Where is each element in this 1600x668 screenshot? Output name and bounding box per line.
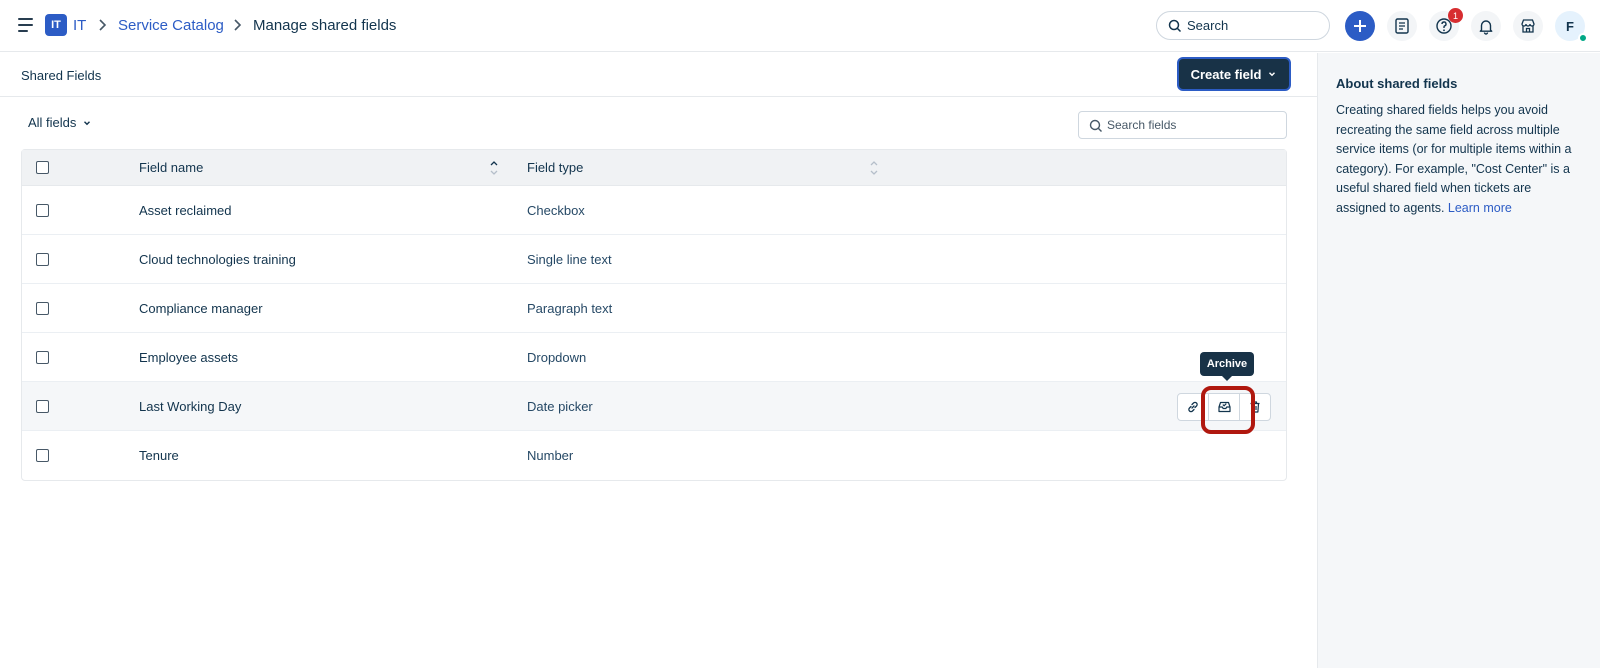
row-checkbox[interactable] (36, 203, 49, 217)
help-side-panel: About shared fields Creating shared fiel… (1317, 53, 1600, 668)
create-field-button[interactable]: Create field (1179, 59, 1289, 89)
workspace-badge[interactable]: IT (45, 14, 67, 36)
side-panel-title: About shared fields (1336, 76, 1458, 91)
view-filter-label: All fields (28, 115, 77, 130)
side-panel-body: Creating shared fields helps you avoid r… (1336, 101, 1582, 218)
field-type-cell: Checkbox (527, 202, 585, 218)
table-row[interactable]: Tenure Number (22, 431, 1286, 480)
ticket-list-icon (1395, 18, 1409, 34)
search-icon (1168, 19, 1182, 33)
plus-icon (1354, 20, 1366, 32)
shared-fields-table: Field name Field type Asset reclaimed Ch… (21, 149, 1287, 481)
table-header: Field name Field type (22, 150, 1286, 186)
user-avatar[interactable]: F (1555, 11, 1588, 43)
page-title: Manage shared fields (253, 17, 397, 34)
row-actions (1177, 386, 1271, 434)
chevron-right-icon (234, 19, 242, 31)
field-type-cell: Dropdown (527, 349, 587, 365)
quick-create-button[interactable] (1345, 11, 1375, 41)
field-type-cell: Date picker (527, 398, 593, 414)
hamburger-menu-icon[interactable] (18, 15, 38, 35)
column-header-field-type: Field type (527, 160, 584, 175)
marketplace-button[interactable] (1513, 11, 1543, 41)
search-fields-input[interactable]: Search fields (1078, 111, 1287, 139)
chevron-right-icon (99, 19, 107, 31)
filter-row: All fields Search fields (0, 97, 1317, 149)
field-name-cell[interactable]: Tenure (139, 448, 179, 463)
breadcrumb-workspace[interactable]: IT (73, 16, 86, 36)
sort-icon[interactable] (489, 159, 499, 177)
select-all-checkbox[interactable] (36, 161, 49, 174)
global-search-placeholder: Search (1187, 18, 1229, 33)
row-checkbox[interactable] (36, 449, 49, 462)
learn-more-link[interactable]: Learn more (1448, 201, 1512, 215)
field-type-cell: Paragraph text (527, 300, 613, 316)
side-panel-text: Creating shared fields helps you avoid r… (1336, 103, 1572, 215)
tickets-button[interactable] (1387, 11, 1417, 41)
link-icon (1188, 401, 1198, 413)
table-row[interactable]: Cloud technologies training Single line … (22, 235, 1286, 284)
sort-icon[interactable] (869, 159, 879, 177)
chevron-down-icon (84, 120, 91, 125)
main-content: Shared Fields Create field All fields Se… (0, 53, 1317, 668)
field-name-cell[interactable]: Compliance manager (139, 301, 263, 316)
section-title: Shared Fields (21, 68, 102, 83)
page-toolbar: Shared Fields Create field (0, 53, 1317, 97)
help-notification-badge: 1 (1448, 8, 1463, 23)
avatar-initial: F (1566, 18, 1574, 34)
global-search-input[interactable]: Search (1156, 11, 1330, 40)
help-button[interactable]: 1 (1429, 8, 1463, 41)
row-checkbox[interactable] (36, 252, 49, 266)
table-row[interactable]: Last Working Day Date picker Archive (22, 352, 1286, 434)
breadcrumb-service-catalog[interactable]: Service Catalog (118, 16, 224, 36)
field-name-cell[interactable]: Cloud technologies training (139, 252, 296, 267)
field-type-cell: Number (527, 448, 574, 463)
field-name-cell[interactable]: Last Working Day (139, 399, 241, 414)
field-name-cell[interactable]: Asset reclaimed (139, 203, 231, 218)
bell-icon (1479, 20, 1493, 35)
table-row[interactable]: Compliance manager Paragraph text (22, 284, 1286, 333)
row-checkbox[interactable] (36, 399, 49, 413)
table-row[interactable]: Employee assets Dropdown (22, 333, 1286, 382)
field-type-cell: Single line text (527, 251, 612, 267)
store-icon (1521, 19, 1535, 33)
notifications-button[interactable] (1471, 11, 1501, 41)
search-fields-placeholder: Search fields (1107, 118, 1177, 132)
row-checkbox[interactable] (36, 350, 49, 364)
column-header-field-name: Field name (139, 160, 204, 175)
search-icon (1089, 119, 1102, 132)
create-field-label: Create field (1190, 66, 1262, 82)
archive-button[interactable] (1201, 386, 1255, 434)
field-name-cell[interactable]: Employee assets (139, 350, 238, 365)
chevron-down-icon (1269, 72, 1276, 77)
view-filter-dropdown[interactable]: All fields (28, 115, 92, 130)
archive-icon (1217, 401, 1231, 413)
row-checkbox[interactable] (36, 301, 49, 315)
archive-tooltip: Archive (1200, 352, 1254, 381)
top-bar: IT IT Service Catalog Manage shared fiel… (0, 0, 1600, 52)
table-row[interactable]: Asset reclaimed Checkbox (22, 186, 1286, 235)
online-status-dot (1578, 33, 1588, 43)
